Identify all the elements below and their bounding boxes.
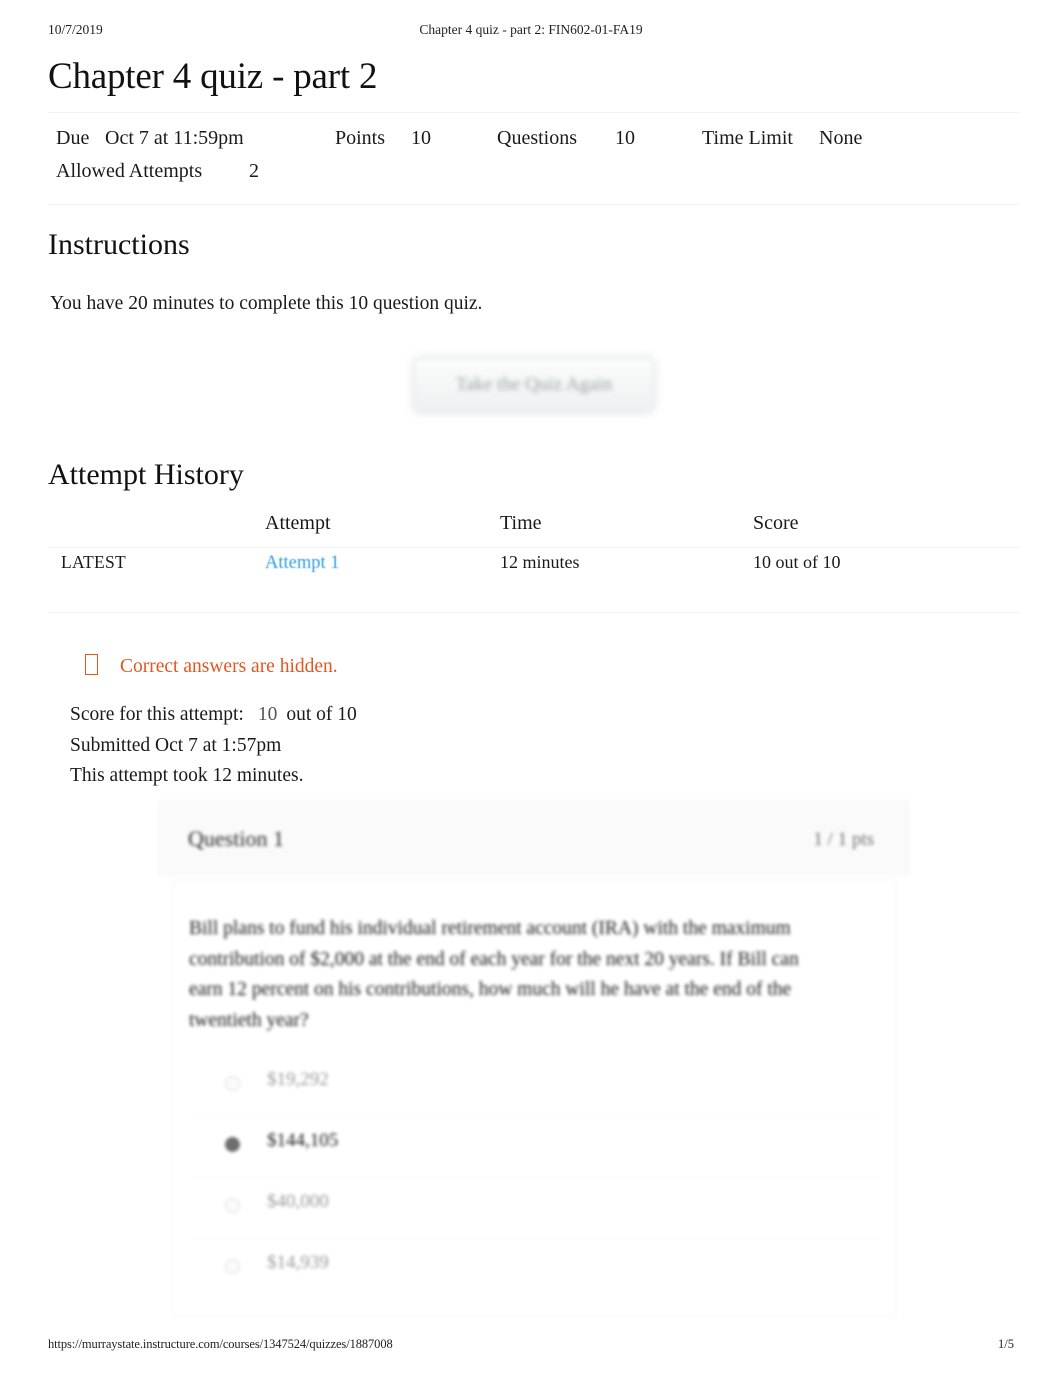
- submitted-line: Submitted Oct 7 at 1:57pm: [70, 734, 282, 756]
- radio-button-selected-icon[interactable]: [225, 1137, 240, 1152]
- attempt-history-body: LATEST Attempt 1 12 minutes 10 out of 10: [48, 552, 1020, 590]
- answer-option-selected[interactable]: $144,105: [189, 1115, 879, 1176]
- duration-line: This attempt took 12 minutes.: [70, 765, 304, 786]
- question-card: Question 1 1 / 1 pts Bill plans to fund …: [158, 800, 910, 1320]
- question-number-label: Question 1: [188, 826, 284, 851]
- quiz-details: Due Oct 7 at 11:59pm Points 10 Questions…: [56, 122, 1016, 188]
- column-header-time: Time: [500, 512, 542, 534]
- column-header-score: Score: [753, 512, 799, 534]
- radio-button-icon[interactable]: [225, 1259, 240, 1274]
- time-limit-label: Time Limit: [702, 127, 793, 149]
- column-header-attempt: Attempt: [265, 512, 331, 534]
- due-label: Due: [56, 127, 90, 149]
- attempt-summary: Score for this attempt: 10 out of 10 Submi…: [70, 700, 357, 792]
- questions-value: 10: [615, 127, 635, 149]
- score-label: Score for this attempt:: [70, 704, 244, 725]
- answer-option[interactable]: $19,292: [189, 1055, 879, 1115]
- question-card-body: Bill plans to fund his individual retire…: [172, 879, 896, 1317]
- radio-button-icon[interactable]: [225, 1198, 240, 1213]
- row-score: 10 out of 10: [753, 552, 841, 572]
- score-for-attempt-line: Score for this attempt: 10 out of 10: [70, 700, 357, 731]
- due-value: Oct 7 at 11:59pm: [105, 127, 244, 149]
- divider-top: [48, 112, 1020, 113]
- warning-icon: [85, 654, 98, 675]
- answer-option-label: $14,939: [267, 1252, 329, 1273]
- answer-option[interactable]: $14,939: [189, 1237, 879, 1298]
- question-text: Bill plans to fund his individual retire…: [189, 918, 799, 1031]
- print-document-title: Chapter 4 quiz - part 2: FIN602-01-FA19: [419, 22, 643, 37]
- score-value: 10: [257, 704, 278, 725]
- allowed-attempts-value: 2: [249, 160, 259, 182]
- quiz-details-row-1: Due Oct 7 at 11:59pm Points 10 Questions…: [56, 122, 1016, 155]
- attempt-history-table: Attempt Time Score: [48, 512, 1020, 550]
- notice-text: Correct answers are hidden.: [120, 656, 338, 677]
- take-quiz-again-button[interactable]: Take the Quiz Again: [414, 358, 654, 412]
- print-header: 10/7/2019 Chapter 4 quiz - part 2: FIN60…: [48, 22, 1014, 42]
- table-row: LATEST Attempt 1 12 minutes 10 out of 10: [48, 552, 1020, 590]
- retake-quiz-button-wrapper: Take the Quiz Again: [414, 358, 654, 412]
- question-points-badge: 1 / 1 pts: [813, 829, 874, 850]
- score-out-of: out of 10: [286, 704, 357, 725]
- answer-option-label: $40,000: [267, 1191, 329, 1212]
- correct-answers-hidden-notice: Correct answers are hidden.: [85, 654, 338, 678]
- time-limit-value: None: [819, 127, 863, 149]
- answer-options-list: $19,292 $144,105 $40,000 $14,939: [189, 1055, 879, 1298]
- table-header-divider: [48, 547, 1020, 548]
- radio-button-icon[interactable]: [225, 1076, 240, 1091]
- points-label: Points: [335, 127, 386, 149]
- instructions-body: You have 20 minutes to complete this 10 …: [50, 293, 483, 314]
- footer-page-number: 1/5: [998, 1337, 1014, 1351]
- answer-option[interactable]: $40,000: [189, 1176, 879, 1237]
- row-latest-badge: LATEST: [61, 552, 126, 572]
- question-card-header: Question 1 1 / 1 pts: [158, 800, 910, 875]
- quiz-details-row-2: Allowed Attempts 2: [56, 155, 1016, 188]
- allowed-attempts-label: Allowed Attempts: [56, 160, 203, 182]
- answer-option-label: $19,292: [267, 1069, 329, 1090]
- divider-bottom: [48, 204, 1020, 205]
- attempt-history-heading: Attempt History: [48, 458, 244, 491]
- points-value: 10: [411, 127, 431, 149]
- attempt-1-link[interactable]: Attempt 1: [265, 553, 340, 573]
- table-header-row: Attempt Time Score: [48, 512, 1020, 550]
- footer-url: https://murraystate.instructure.com/cour…: [48, 1337, 393, 1351]
- print-footer: https://murraystate.instructure.com/cour…: [48, 1337, 1014, 1355]
- answer-option-label: $144,105: [267, 1130, 339, 1151]
- quiz-results-page: 10/7/2019 Chapter 4 quiz - part 2: FIN60…: [0, 0, 1062, 1377]
- questions-label: Questions: [497, 127, 577, 149]
- page-title: Chapter 4 quiz - part 2: [48, 56, 378, 97]
- table-bottom-divider: [48, 612, 1020, 613]
- instructions-heading: Instructions: [48, 228, 190, 261]
- row-time: 12 minutes: [500, 552, 580, 572]
